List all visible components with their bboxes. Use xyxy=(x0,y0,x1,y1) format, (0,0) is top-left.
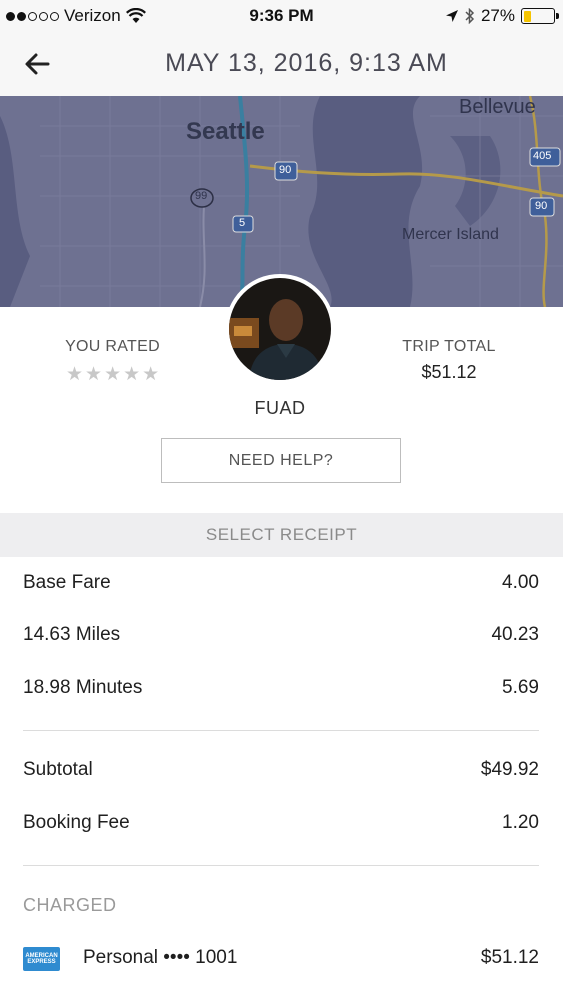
select-receipt-button[interactable]: SELECT RECEIPT xyxy=(0,513,563,557)
subtotal-row: Subtotal $49.92 xyxy=(23,759,539,789)
battery-icon xyxy=(521,8,559,24)
payment-amount: $51.12 xyxy=(480,947,539,968)
map-label-405: 405 xyxy=(533,150,552,162)
bluetooth-icon xyxy=(465,8,475,24)
driver-name: FUAD xyxy=(254,398,306,418)
divider xyxy=(23,730,539,731)
map-label-bellevue: Bellevue xyxy=(459,96,536,118)
booking-fee-label: Booking Fee xyxy=(23,812,130,833)
battery-percent: 27% xyxy=(480,6,515,25)
back-button[interactable] xyxy=(20,46,56,82)
fare-row-label: 18.98 Minutes xyxy=(23,677,143,698)
map-label-seattle: Seattle xyxy=(186,118,265,145)
fare-row-minutes: 18.98 Minutes 5.69 xyxy=(23,677,539,707)
map-label-5: 5 xyxy=(239,217,246,229)
fare-row-base: Base Fare 4.00 xyxy=(23,572,539,602)
battery-level-fill xyxy=(523,10,532,22)
subtotal-amount: $49.92 xyxy=(480,759,539,780)
trip-date-title: MAY 13, 2016, 9:13 AM xyxy=(165,49,448,77)
booking-fee-row: Booking Fee 1.20 xyxy=(23,812,539,842)
fare-row-label: Base Fare xyxy=(23,572,111,593)
amex-card-icon: AMERICAN EXPRESS xyxy=(23,947,60,971)
fare-row-amount: 40.23 xyxy=(491,624,539,645)
trip-header: MAY 13, 2016, 9:13 AM xyxy=(0,32,563,96)
map-label-99: 99 xyxy=(195,190,208,202)
fare-row-amount: 5.69 xyxy=(502,677,539,698)
need-help-button[interactable]: NEED HELP? xyxy=(161,438,401,483)
subtotal-label: Subtotal xyxy=(23,759,93,780)
fare-row-miles: 14.63 Miles 40.23 xyxy=(23,624,539,654)
booking-fee-amount: 1.20 xyxy=(502,812,539,833)
fare-row-label: 14.63 Miles xyxy=(23,624,121,645)
rating-stars[interactable]: ★★★★★ xyxy=(66,363,161,386)
map-label-90: 90 xyxy=(279,164,292,176)
trip-total-value: $51.12 xyxy=(421,362,477,382)
location-arrow-icon xyxy=(445,10,458,22)
driver-avatar xyxy=(225,274,335,384)
payment-method-label: Personal •••• 1001 xyxy=(83,947,238,968)
trip-total-label: TRIP TOTAL xyxy=(402,338,496,355)
you-rated-label: YOU RATED xyxy=(65,338,160,355)
fare-row-amount: 4.00 xyxy=(502,572,539,593)
driver-photo xyxy=(229,278,331,380)
charged-label: CHARGED xyxy=(23,895,117,915)
status-right: 27% xyxy=(445,6,559,26)
map-label-90-east: 90 xyxy=(535,200,548,212)
status-bar: Verizon 9:36 PM 27% xyxy=(0,0,563,32)
divider xyxy=(23,865,539,866)
map-label-mercer-island: Mercer Island xyxy=(402,226,499,243)
back-arrow-icon xyxy=(25,53,50,75)
